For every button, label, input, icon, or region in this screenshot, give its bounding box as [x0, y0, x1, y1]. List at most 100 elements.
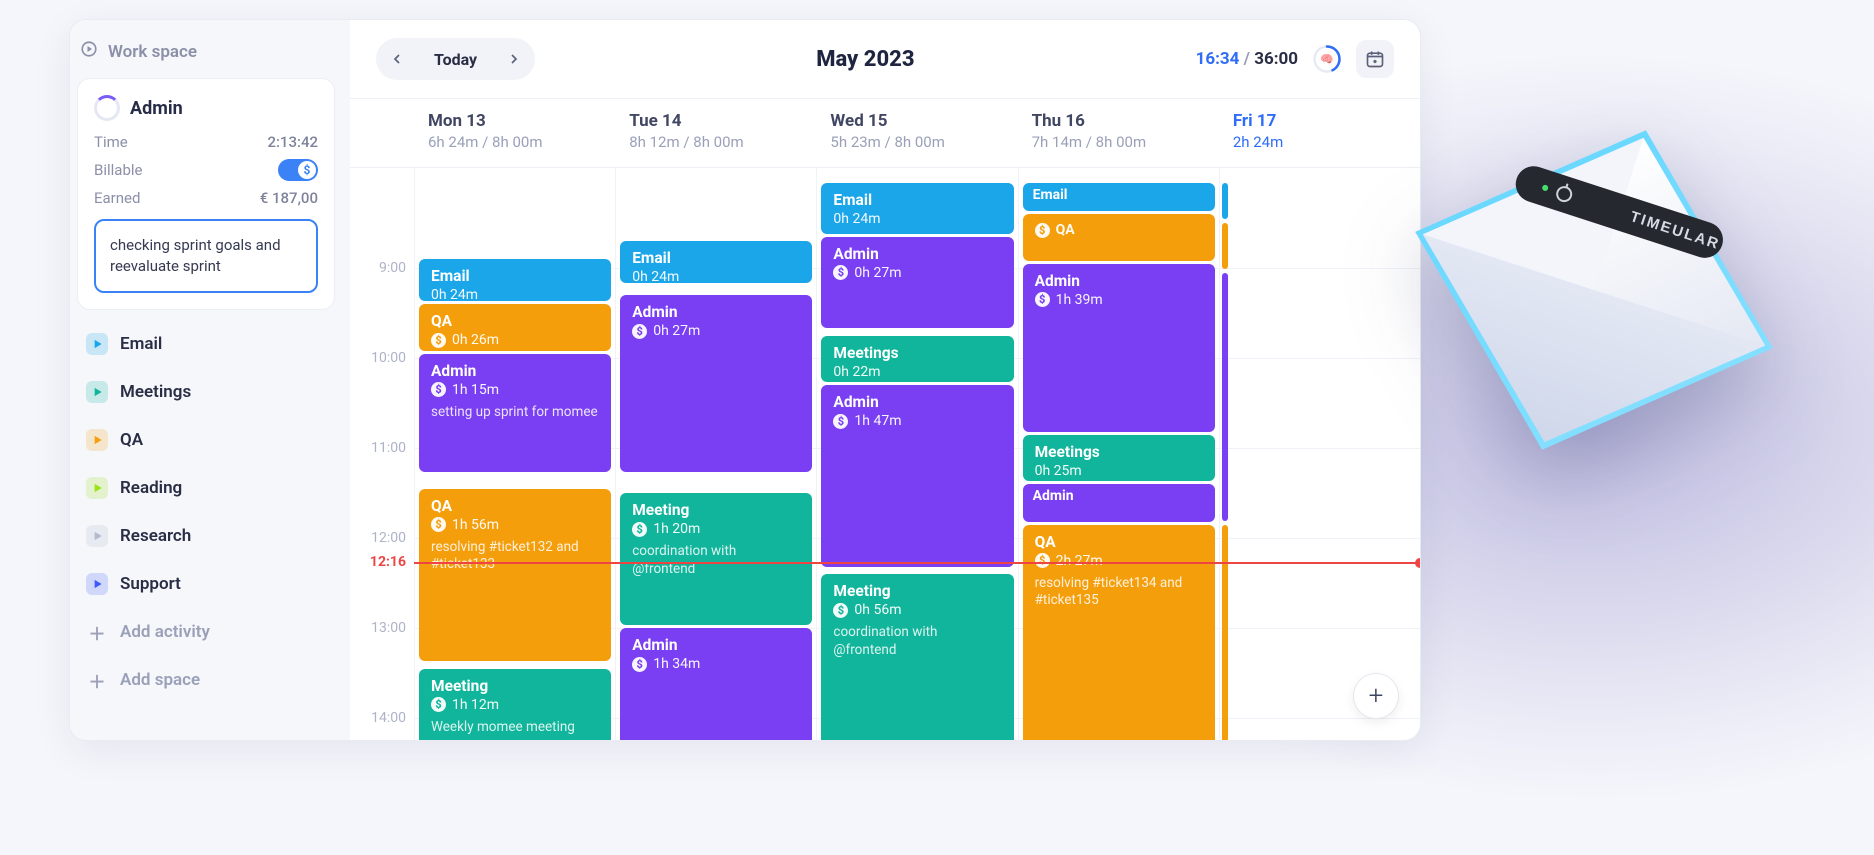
day-header[interactable]: Tue 14 8h 12m / 8h 00m — [615, 99, 816, 167]
add-to-calendar-button[interactable] — [1356, 40, 1394, 78]
svg-text:🧠: 🧠 — [1320, 52, 1333, 65]
activity-label: Meetings — [120, 382, 191, 402]
event-block[interactable]: Admin$0h 27m — [821, 237, 1013, 329]
prev-button[interactable] — [380, 42, 414, 76]
play-icon — [86, 429, 108, 451]
activity-support[interactable]: Support — [78, 563, 334, 605]
event-block[interactable]: Meetings0h 25m — [1023, 435, 1215, 482]
event-edge — [1222, 525, 1228, 741]
billable-toggle[interactable]: $ — [278, 159, 318, 181]
event-duration: $0h 26m — [431, 332, 599, 348]
today-button[interactable]: Today — [418, 42, 493, 76]
app-window: Work space Admin Time 2:13:42 Billable $… — [70, 20, 1420, 740]
event-duration: $0h 56m — [833, 602, 1001, 618]
activity-qa[interactable]: QA — [78, 419, 334, 461]
activity-label: Reading — [120, 478, 182, 498]
device-label: TIMEULAR — [1628, 208, 1722, 253]
event-block[interactable]: Email0h 24m — [821, 183, 1013, 234]
event-duration: 0h 22m — [833, 364, 1001, 380]
activity-spinner-icon — [94, 95, 120, 121]
active-activity-name: Admin — [130, 98, 183, 119]
add-entry-fab[interactable]: + — [1354, 674, 1398, 718]
earned-label: Earned — [94, 189, 140, 207]
activity-email[interactable]: Email — [78, 323, 334, 365]
event-block[interactable]: Admin$0h 27m — [620, 295, 812, 472]
event-title: Admin — [1033, 488, 1205, 504]
event-title: Admin — [431, 362, 599, 380]
event-block[interactable]: $QA — [1023, 214, 1215, 261]
day-headers: Mon 13 6h 24m / 8h 00mTue 14 8h 12m / 8h… — [350, 99, 1420, 168]
time-ratio: 16:34 / 36:00 — [1196, 49, 1298, 69]
next-button[interactable] — [497, 42, 531, 76]
activity-meetings[interactable]: Meetings — [78, 371, 334, 413]
event-duration: $1h 34m — [632, 656, 800, 672]
activity-list: Email Meetings QA Reading Research Suppo… — [78, 323, 334, 605]
event-block[interactable]: Meeting$1h 12mWeekly momee meeting — [419, 669, 611, 741]
day-header[interactable]: Wed 15 5h 23m / 8h 00m — [816, 99, 1017, 167]
calendar-grid[interactable]: 9:0010:0011:0012:0013:0014:0012:16 Email… — [350, 168, 1420, 740]
day-header[interactable]: Mon 13 6h 24m / 8h 00m — [414, 99, 615, 167]
event-duration: 0h 25m — [1035, 463, 1203, 479]
play-icon — [86, 477, 108, 499]
activity-note-input[interactable]: checking sprint goals and reevaluate spr… — [94, 219, 318, 293]
event-block[interactable]: QA$2h 27mresolving #ticket134 and #ticke… — [1023, 525, 1215, 741]
event-block[interactable]: Admin $1h 34m — [620, 628, 812, 740]
day-name: Fri 17 — [1233, 111, 1410, 131]
event-block[interactable]: Admin — [1023, 484, 1215, 522]
event-note: coordination with @frontend — [833, 624, 1001, 659]
event-block[interactable]: Meeting$0h 56mcoordination with @fronten… — [821, 574, 1013, 740]
hour-label: 9:00 — [379, 260, 406, 276]
event-block[interactable]: QA$1h 56mresolving #ticket132 and #ticke… — [419, 489, 611, 662]
event-duration: $1h 47m — [833, 413, 1001, 429]
add-space-button[interactable]: ＋ Add space — [78, 659, 334, 701]
dollar-icon: $ — [833, 265, 848, 280]
event-title: QA — [431, 312, 599, 330]
event-title: QA — [1035, 533, 1203, 551]
activity-label: Research — [120, 526, 191, 546]
day-name: Mon 13 — [428, 111, 605, 131]
activity-reading[interactable]: Reading — [78, 467, 334, 509]
event-title: Admin — [833, 393, 1001, 411]
event-block[interactable]: QA $0h 26m — [419, 304, 611, 351]
day-header[interactable]: Fri 17 2h 24m — [1219, 99, 1420, 167]
event-block[interactable]: Admin $1h 47m — [821, 385, 1013, 567]
day-column[interactable]: Email0h 24m Admin$0h 27m Meeting$1h 20mcoo… — [615, 168, 816, 740]
event-title: Meetings — [833, 344, 1001, 362]
day-name: Tue 14 — [629, 111, 806, 131]
event-block[interactable]: Meetings 0h 22m — [821, 336, 1013, 383]
dollar-icon: $ — [298, 161, 316, 179]
event-title: Admin — [632, 636, 800, 654]
event-block[interactable]: Email0h 24m — [620, 241, 812, 283]
dollar-icon: $ — [632, 657, 647, 672]
now-label: 12:16 — [368, 554, 408, 570]
day-column[interactable]: Email0h 24mAdmin$0h 27m Meetings 0h 22m Adm… — [816, 168, 1017, 740]
plus-icon: ＋ — [86, 621, 108, 643]
event-duration: 0h 24m — [431, 287, 599, 301]
event-title: Email — [632, 249, 800, 267]
event-note: Weekly momee meeting — [431, 719, 599, 737]
play-icon — [86, 573, 108, 595]
event-block[interactable]: Email — [1023, 183, 1215, 212]
dollar-icon: $ — [632, 324, 647, 339]
event-edge — [1222, 183, 1228, 220]
event-block[interactable]: Admin$1h 39m — [1023, 264, 1215, 432]
event-duration: $2h 27m — [1035, 553, 1203, 569]
add-activity-button[interactable]: ＋ Add activity — [78, 611, 334, 653]
dollar-icon: $ — [1035, 223, 1050, 238]
day-column[interactable]: Email0h 24m QA $0h 26m Admin$1h 15msetting … — [414, 168, 615, 740]
activity-label: QA — [120, 430, 143, 450]
day-summary: 5h 23m / 8h 00m — [830, 133, 1007, 151]
hour-label: 10:00 — [371, 350, 406, 366]
event-block[interactable]: Email0h 24m — [419, 259, 611, 301]
day-column[interactable]: Email$QAAdmin$1h 39mMeetings0h 25m Admin Q… — [1018, 168, 1219, 740]
date-nav: Today — [376, 38, 535, 80]
day-column[interactable] — [1219, 168, 1420, 740]
dollar-icon: $ — [431, 697, 446, 712]
topbar: Today May 2023 16:34 / 36:00 🧠 — [350, 20, 1420, 99]
workspace-header[interactable]: Work space — [78, 34, 334, 73]
day-header[interactable]: Thu 16 7h 14m / 8h 00m — [1018, 99, 1219, 167]
activity-research[interactable]: Research — [78, 515, 334, 557]
event-block[interactable]: Admin$1h 15msetting up sprint for momee — [419, 354, 611, 473]
event-block[interactable]: Meeting$1h 20mcoordination with @fronten… — [620, 493, 812, 625]
brain-progress-icon[interactable]: 🧠 — [1312, 44, 1342, 74]
